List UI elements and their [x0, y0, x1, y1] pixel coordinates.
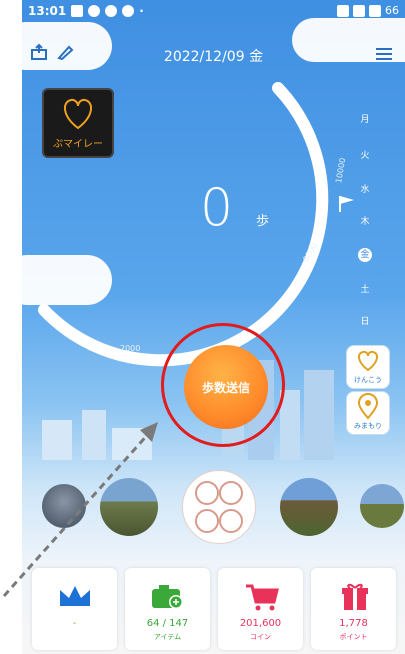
watch-over-button[interactable]: みまもり [346, 391, 390, 435]
item-collection-thumbnail[interactable] [182, 470, 256, 544]
health-button-label: けんこう [354, 376, 382, 384]
weekday-fri-selected[interactable]: 金 [358, 248, 372, 262]
heart-icon [358, 350, 378, 372]
coins-card[interactable]: 201,600 コイン [218, 568, 303, 650]
weekday-tue[interactable]: 火 [358, 148, 372, 161]
weekday-sat[interactable]: 土 [358, 282, 372, 295]
photo-thumbnail[interactable] [360, 484, 404, 528]
rank-value: - [72, 618, 77, 629]
points-label: ポイント [339, 633, 368, 641]
step-unit: 歩 [256, 214, 270, 229]
watch-over-button-label: みまもり [354, 422, 382, 430]
item-icons [195, 481, 243, 533]
highlight-circle [161, 323, 285, 447]
health-button[interactable]: けんこう [346, 345, 390, 389]
coins-value: 201,600 [239, 618, 282, 629]
items-label: アイテム [153, 633, 182, 641]
annotation-arrow [2, 422, 158, 597]
shopping-cart-icon [246, 584, 279, 611]
map-pin-icon [357, 393, 379, 420]
weekday-wed[interactable]: 水 [358, 182, 372, 195]
step-count: 0 [200, 178, 234, 238]
weekday-thu[interactable]: 木 [358, 214, 372, 227]
photo-thumbnail[interactable] [280, 478, 338, 536]
points-value: 1,778 [339, 618, 368, 629]
points-card[interactable]: 1,778 ポイント [311, 568, 396, 650]
weekday-sun[interactable]: 日 [358, 314, 372, 327]
coins-label: コイン [250, 633, 271, 641]
weekday-mon[interactable]: 月 [358, 112, 372, 125]
items-value: 64 / 147 [146, 618, 189, 629]
gift-icon [342, 583, 368, 610]
